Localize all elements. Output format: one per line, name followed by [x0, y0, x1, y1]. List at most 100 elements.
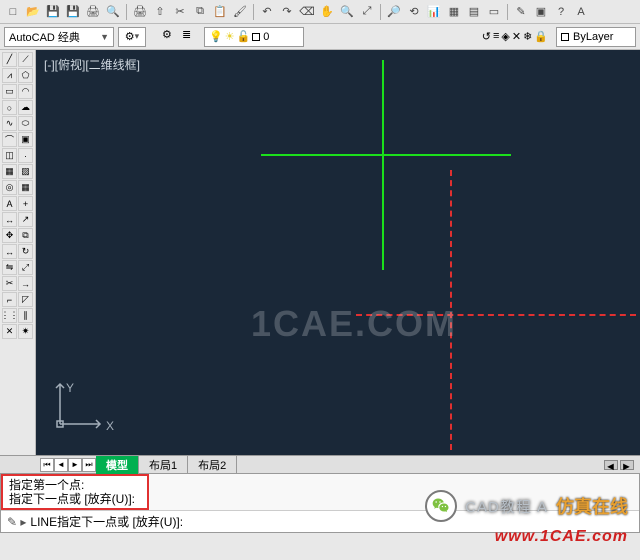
insert-block-icon: ▣	[21, 134, 30, 145]
multileader-tool[interactable]: ↗	[18, 212, 33, 227]
calculator-button[interactable]: ▣	[532, 3, 550, 21]
polygon-tool[interactable]: ⬠	[18, 68, 33, 83]
tab-nav-first[interactable]: ⏮	[40, 458, 54, 472]
text-style-button[interactable]: A	[572, 3, 590, 21]
mtext-tool[interactable]: A	[2, 196, 17, 211]
publish-button[interactable]: ⇧	[151, 3, 169, 21]
gear-button[interactable]: ⚙	[162, 28, 180, 46]
polyline-tool[interactable]: ⩘	[2, 68, 17, 83]
workspace-settings-button[interactable]: ⚙ ▾	[118, 27, 146, 47]
print-preview-button[interactable]: 🔍	[104, 3, 122, 21]
trim-tool[interactable]: ✂	[2, 276, 17, 291]
viewport-label[interactable]: [-][俯视][二维线框]	[44, 56, 140, 73]
linetype-dropdown[interactable]: ByLayer	[556, 27, 636, 47]
extend-tool[interactable]: →	[18, 276, 33, 291]
add-selected-tool[interactable]: +	[18, 196, 33, 211]
layout-tab-1[interactable]: 布局1	[139, 456, 188, 474]
tab-nav-prev[interactable]: ◄	[54, 458, 68, 472]
circle-tool[interactable]: ○	[2, 100, 17, 115]
zoom-window-button[interactable]: 🔍	[338, 3, 356, 21]
scale-icon: ⤢	[22, 262, 29, 273]
color-swatch	[252, 33, 260, 41]
layer-states-button[interactable]: ≡	[493, 30, 499, 43]
layout-tab-2[interactable]: 布局2	[188, 456, 237, 474]
wechat-icon	[425, 490, 457, 522]
spline-tool[interactable]: ∿	[2, 116, 17, 131]
mirror-tool[interactable]: ⇋	[2, 260, 17, 275]
plot-button[interactable]: 🖨	[131, 3, 149, 21]
revision-cloud-tool[interactable]: ☁	[18, 100, 33, 115]
chamfer-tool[interactable]: ◸	[18, 292, 33, 307]
zoom-prev-button[interactable]: ⟲	[405, 3, 423, 21]
hatch-tool[interactable]: ▦	[2, 164, 17, 179]
layer-lock-button[interactable]: 🔒	[534, 30, 548, 43]
offset-tool[interactable]: ∥	[18, 308, 33, 323]
zoom-extents-icon: ⤢	[363, 5, 372, 18]
sheet-set-button[interactable]: ▭	[485, 3, 503, 21]
layer-off-button[interactable]: ✕	[512, 30, 521, 43]
eraser-button[interactable]: ⌫	[298, 3, 316, 21]
layer-freeze-button[interactable]: ❄	[523, 30, 532, 43]
rectangle-tool[interactable]: ▭	[2, 84, 17, 99]
ellipse-arc-tool[interactable]: ⌒	[2, 132, 17, 147]
trim-icon: ✂	[6, 278, 14, 289]
copy-button[interactable]: ⧉	[191, 3, 209, 21]
move-tool[interactable]: ✥	[2, 228, 17, 243]
explode-tool[interactable]: ✷	[18, 324, 33, 339]
point-tool[interactable]: ·	[18, 148, 33, 163]
insert-block-tool[interactable]: ▣	[18, 132, 33, 147]
table-tool[interactable]: ▦	[18, 180, 33, 195]
new-button[interactable]: □	[4, 3, 22, 21]
pan-button[interactable]: ✋	[318, 3, 336, 21]
line-tool[interactable]: ╱	[2, 52, 17, 67]
drawing-canvas[interactable]: [-][俯视][二维线框] 1CAE.COM Y X	[36, 50, 640, 455]
fillet-tool[interactable]: ⌐	[2, 292, 17, 307]
cut-button[interactable]: ✂	[171, 3, 189, 21]
paste-button[interactable]: 📋	[211, 3, 229, 21]
dimension-tool[interactable]: ↔	[2, 212, 17, 227]
scale-tool[interactable]: ⤢	[18, 260, 33, 275]
copy-icon: ⧉	[196, 5, 204, 18]
properties-button[interactable]: 📊	[425, 3, 443, 21]
arc-tool[interactable]: ◠	[18, 84, 33, 99]
table-icon: ▦	[21, 182, 30, 193]
fillet-icon: ⌐	[7, 295, 12, 305]
redo-button[interactable]: ↷	[278, 3, 296, 21]
save-as-button[interactable]: 💾	[64, 3, 82, 21]
tab-nav-next[interactable]: ►	[68, 458, 82, 472]
region-tool[interactable]: ◎	[2, 180, 17, 195]
ucs-icon: Y X	[50, 374, 110, 437]
layer-dropdown[interactable]: 💡 ☀ 🔓 0	[204, 27, 304, 47]
scroll-left-icon[interactable]: ◄	[604, 460, 618, 470]
copy-tool[interactable]: ⧉	[18, 228, 33, 243]
cut-icon: ✂	[175, 5, 184, 18]
open-button[interactable]: 📂	[24, 3, 42, 21]
tab-nav-last[interactable]: ⏭	[82, 458, 96, 472]
design-center-button[interactable]: ▦	[445, 3, 463, 21]
make-block-tool[interactable]: ◫	[2, 148, 17, 163]
print-button[interactable]: 🖨	[84, 3, 102, 21]
stretch-tool[interactable]: ↔	[2, 244, 17, 259]
save-button[interactable]: 💾	[44, 3, 62, 21]
layer-manager-button[interactable]: ≣	[182, 28, 200, 46]
match-button[interactable]: 🖌	[231, 3, 249, 21]
tool-palettes-button[interactable]: ▤	[465, 3, 483, 21]
markup-button[interactable]: ✎	[512, 3, 530, 21]
scroll-right-icon[interactable]: ►	[620, 460, 634, 470]
workspace-dropdown[interactable]: AutoCAD 经典 ▼	[4, 27, 114, 47]
add-selected-icon: +	[23, 199, 28, 209]
ellipse-tool[interactable]: ⬭	[18, 116, 33, 131]
array-tool[interactable]: ⋮⋮	[2, 308, 17, 323]
construction-line-tool[interactable]: ⟋	[18, 52, 33, 67]
undo-button[interactable]: ↶	[258, 3, 276, 21]
zoom-extents-button[interactable]: ⤢	[358, 3, 376, 21]
zoom-realtime-button[interactable]: 🔎	[385, 3, 403, 21]
horizontal-scrollbar[interactable]: ◄ ►	[604, 460, 634, 470]
layer-iso-button[interactable]: ◈	[501, 30, 509, 43]
layer-prev-button[interactable]: ↺	[482, 30, 491, 43]
rotate-tool[interactable]: ↻	[18, 244, 33, 259]
help-button[interactable]: ?	[552, 3, 570, 21]
gradient-tool[interactable]: ▨	[18, 164, 33, 179]
erase-tool[interactable]: ✕	[2, 324, 17, 339]
layout-tab-0[interactable]: 模型	[96, 456, 139, 474]
